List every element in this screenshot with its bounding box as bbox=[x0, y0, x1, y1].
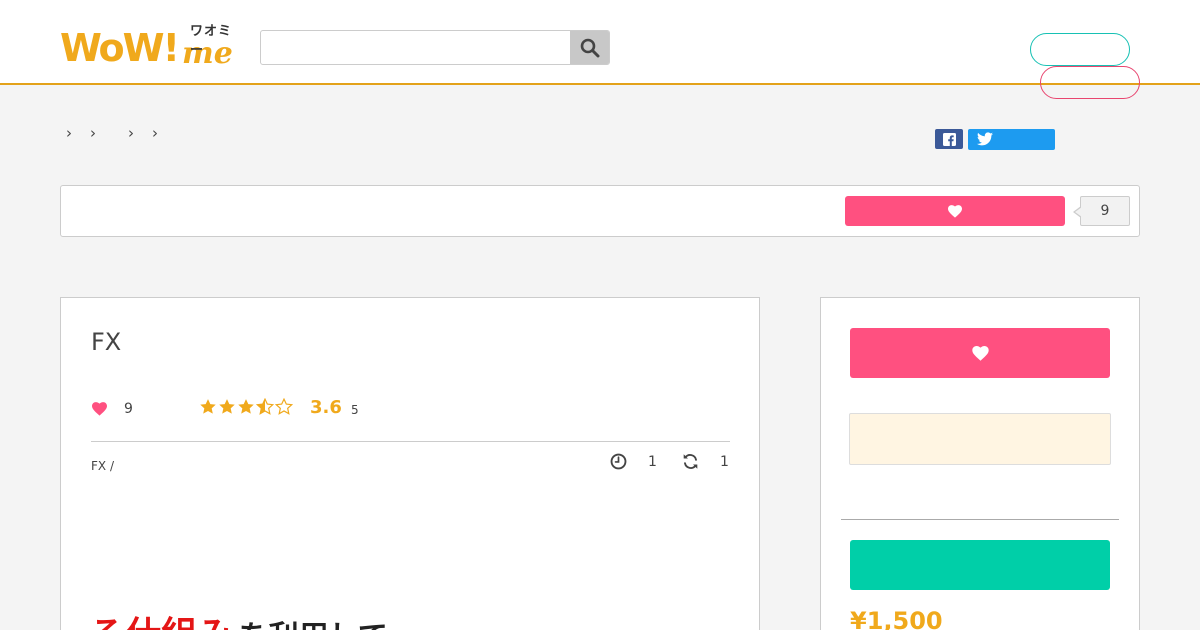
search-input[interactable] bbox=[261, 31, 571, 64]
star-icon bbox=[238, 399, 254, 414]
facebook-icon bbox=[942, 132, 956, 146]
clock-icon bbox=[610, 453, 627, 470]
refresh-icon bbox=[683, 454, 698, 469]
purchase-sidebar: ¥1,500 bbox=[820, 297, 1140, 630]
reading-time: 1 bbox=[648, 454, 657, 470]
favorite-bar: 9 bbox=[60, 185, 1140, 237]
twitter-share-button[interactable] bbox=[968, 129, 1055, 150]
breadcrumb-separator: › bbox=[66, 124, 72, 142]
login-button[interactable] bbox=[1040, 66, 1140, 99]
buy-button[interactable] bbox=[850, 540, 1110, 590]
category-link[interactable]: FX / bbox=[91, 459, 114, 473]
heart-icon bbox=[948, 204, 962, 218]
twitter-icon bbox=[977, 132, 993, 146]
heart-icon bbox=[92, 402, 107, 416]
product-title: FX bbox=[91, 328, 122, 356]
search-icon bbox=[580, 38, 599, 57]
logo-kana: ワオミー bbox=[190, 24, 233, 58]
star-icon bbox=[219, 399, 235, 414]
site-logo[interactable]: WoW! me ワオミー bbox=[60, 20, 240, 71]
heart-icon bbox=[971, 345, 989, 361]
register-button[interactable] bbox=[1030, 33, 1130, 66]
breadcrumb-separator: › bbox=[128, 124, 134, 142]
update-count: 1 bbox=[720, 454, 729, 470]
star-icon bbox=[200, 399, 216, 414]
sidebar-favorite-button[interactable] bbox=[850, 328, 1110, 378]
site-header: WoW! me ワオミー bbox=[0, 0, 1200, 85]
star-half-icon bbox=[256, 398, 274, 415]
star-empty-icon bbox=[275, 398, 293, 415]
notice-box bbox=[849, 413, 1111, 465]
logo-wordmark: WoW! bbox=[60, 26, 180, 70]
favorite-button[interactable] bbox=[845, 196, 1065, 226]
price: ¥1,500 bbox=[850, 607, 943, 630]
star-rating bbox=[199, 398, 293, 416]
divider bbox=[841, 519, 1119, 520]
product-card: FX 9 3.6 5 FX / 1 1 る仕組み を利用して bbox=[60, 297, 760, 630]
favorite-count: 9 bbox=[1073, 196, 1130, 226]
headline-black-text: を利用して bbox=[239, 620, 388, 630]
divider bbox=[91, 441, 730, 442]
facebook-share-button[interactable] bbox=[935, 129, 963, 149]
search-box bbox=[260, 30, 610, 65]
rating-value: 3.6 bbox=[310, 397, 342, 418]
review-count[interactable]: 5 bbox=[351, 403, 359, 417]
search-button[interactable] bbox=[570, 31, 609, 64]
headline-banner: る仕組み を利用して bbox=[89, 606, 388, 630]
breadcrumb-separator: › bbox=[90, 124, 96, 142]
breadcrumb-separator: › bbox=[152, 124, 158, 142]
favorite-count-stat: 9 bbox=[124, 401, 133, 417]
headline-red-text: る仕組み bbox=[89, 615, 233, 630]
